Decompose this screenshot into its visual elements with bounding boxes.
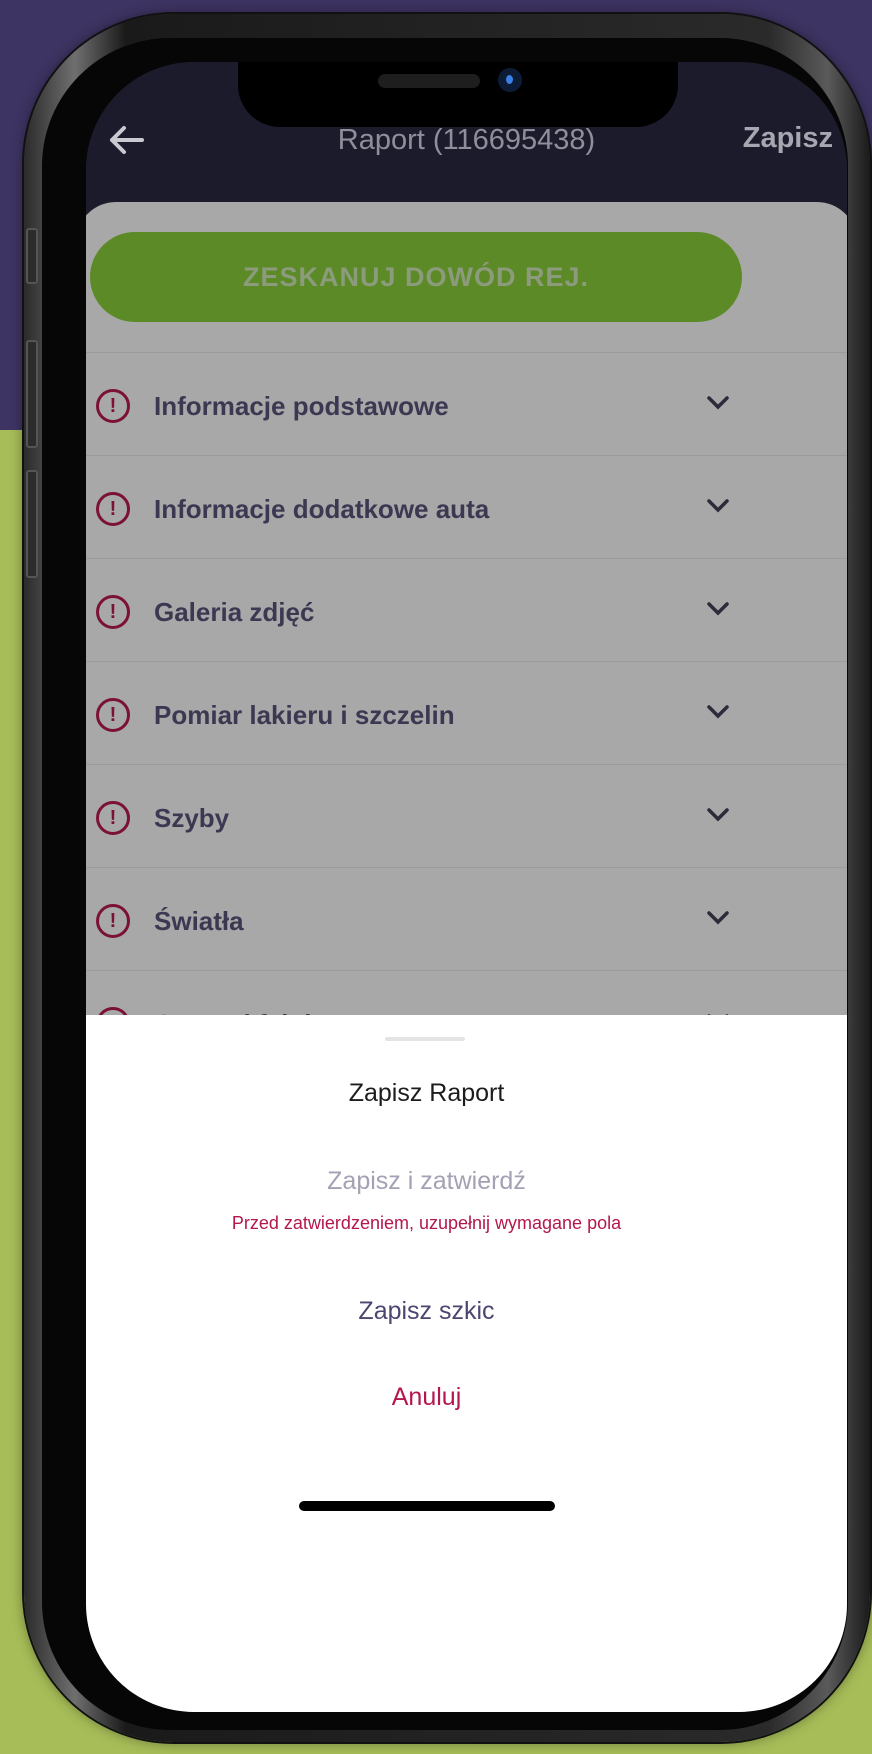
chevron-down-icon xyxy=(707,499,729,513)
section-label: Światła xyxy=(154,906,244,936)
section-row-lights[interactable]: ! Światła xyxy=(86,867,847,970)
home-indicator[interactable] xyxy=(299,1501,555,1511)
volume-up-button xyxy=(26,340,38,448)
section-label: Informacje dodatkowe auta xyxy=(154,494,490,524)
save-and-confirm-button[interactable]: Zapisz i zatwierdź xyxy=(86,1167,767,1196)
chevron-down-icon xyxy=(707,602,729,616)
section-label: Szyby xyxy=(154,803,230,833)
page-title: Raport (116695438) xyxy=(337,124,596,156)
alert-circle-icon: ! xyxy=(96,904,130,938)
sheet-grabber[interactable] xyxy=(385,1037,465,1041)
mute-switch xyxy=(26,228,38,284)
save-action-sheet: Zapisz Raport Zapisz i zatwierdź Przed z… xyxy=(86,1015,847,1712)
save-draft-button[interactable]: Zapisz szkic xyxy=(86,1297,767,1326)
cancel-button[interactable]: Anuluj xyxy=(86,1383,767,1412)
save-button[interactable]: Zapisz xyxy=(743,122,833,155)
camera-icon xyxy=(498,68,522,92)
chevron-down-icon xyxy=(707,396,729,410)
section-row-paint-measurement[interactable]: ! Pomiar lakieru i szczelin xyxy=(86,661,847,764)
speaker-grille xyxy=(378,74,480,88)
scan-registration-button[interactable]: ZESKANUJ DOWÓD REJ. xyxy=(90,232,742,322)
section-row-photo-gallery[interactable]: ! Galeria zdjęć xyxy=(86,558,847,661)
section-list: ! Informacje podstawowe ! Informacje dod… xyxy=(86,352,847,1073)
alert-circle-icon: ! xyxy=(96,389,130,423)
chevron-down-icon xyxy=(707,808,729,822)
chevron-down-icon xyxy=(707,705,729,719)
alert-circle-icon: ! xyxy=(96,595,130,629)
section-label: Galeria zdjęć xyxy=(154,597,315,627)
alert-circle-icon: ! xyxy=(96,492,130,526)
section-row-additional-info[interactable]: ! Informacje dodatkowe auta xyxy=(86,455,847,558)
section-row-basic-info[interactable]: ! Informacje podstawowe xyxy=(86,352,847,455)
notch xyxy=(238,62,678,127)
validation-warning: Przed zatwierdzeniem, uzupełnij wymagane… xyxy=(231,1213,622,1233)
section-row-windows[interactable]: ! Szyby xyxy=(86,764,847,867)
section-label: Pomiar lakieru i szczelin xyxy=(154,700,455,730)
sheet-title: Zapisz Raport xyxy=(348,1079,505,1107)
section-label: Informacje podstawowe xyxy=(154,391,449,421)
phone-screen: Raport (116695438) Zapisz ZESKANUJ DOWÓD… xyxy=(86,62,847,1712)
volume-down-button xyxy=(26,470,38,578)
chevron-down-icon xyxy=(707,911,729,925)
alert-circle-icon: ! xyxy=(96,698,130,732)
alert-circle-icon: ! xyxy=(96,801,130,835)
